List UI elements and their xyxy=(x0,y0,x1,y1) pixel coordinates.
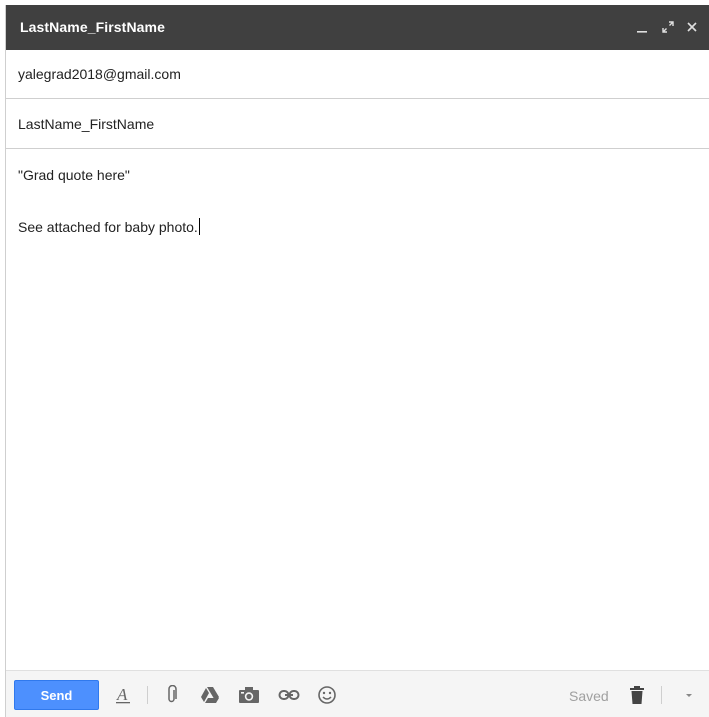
compose-window: LastName_FirstName yalegrad2018@gmail.co… xyxy=(5,5,709,717)
recipients-field[interactable]: yalegrad2018@gmail.com xyxy=(6,50,709,99)
body-line-quote: "Grad quote here" xyxy=(18,167,130,183)
send-button[interactable]: Send xyxy=(14,680,99,710)
svg-text:A: A xyxy=(116,685,128,704)
text-cursor xyxy=(198,218,200,235)
compose-titlebar[interactable]: LastName_FirstName xyxy=(6,5,709,50)
trash-icon[interactable] xyxy=(624,682,650,708)
link-icon[interactable] xyxy=(276,682,302,708)
format-text-icon[interactable]: A xyxy=(110,682,136,708)
minimize-icon[interactable] xyxy=(632,15,652,39)
emoji-icon[interactable] xyxy=(314,682,340,708)
expand-icon[interactable] xyxy=(658,15,678,39)
photo-icon[interactable] xyxy=(236,682,262,708)
compose-title: LastName_FirstName xyxy=(20,19,165,35)
subject-field[interactable]: LastName_FirstName xyxy=(6,100,709,149)
more-options-icon[interactable] xyxy=(676,682,702,708)
attach-icon[interactable] xyxy=(159,682,185,708)
recipient-email: yalegrad2018@gmail.com xyxy=(18,66,181,82)
message-body[interactable]: "Grad quote here" See attached for baby … xyxy=(6,150,709,670)
drive-icon[interactable] xyxy=(197,682,223,708)
toolbar-divider xyxy=(661,686,662,704)
compose-toolbar: Send A Saved xyxy=(6,670,709,717)
saved-status: Saved xyxy=(569,688,609,704)
body-line-attachment-note: See attached for baby photo. xyxy=(18,218,200,235)
subject-text: LastName_FirstName xyxy=(18,116,155,132)
body-line-attachment-text: See attached for baby photo. xyxy=(18,219,198,235)
toolbar-divider xyxy=(147,686,148,704)
close-icon[interactable] xyxy=(682,15,702,39)
